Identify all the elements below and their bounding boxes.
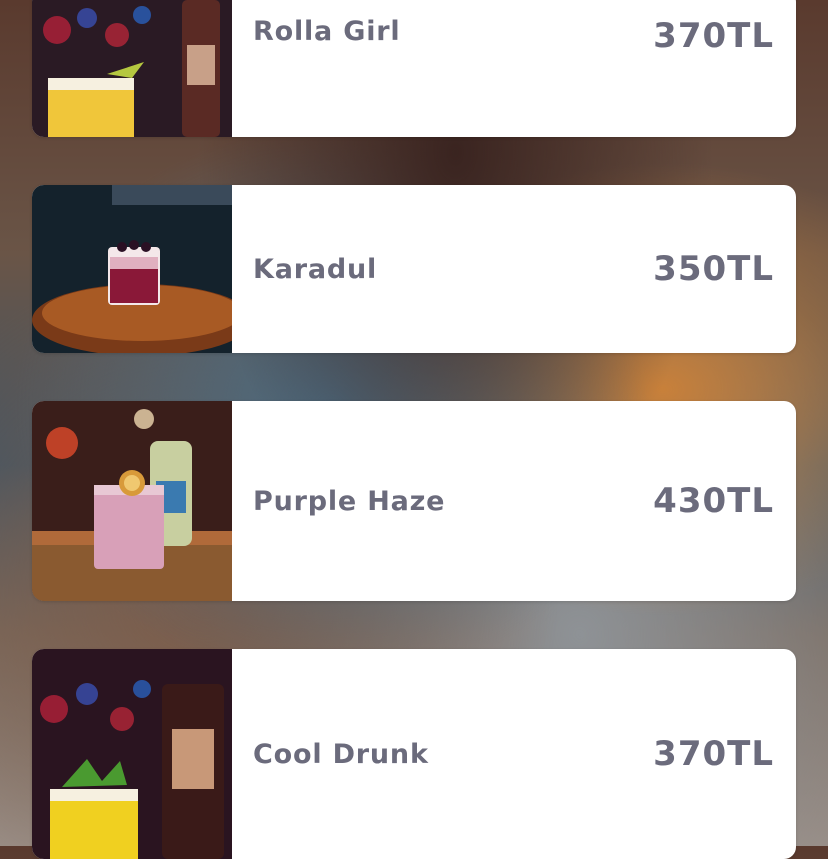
drink-price: 350TL <box>653 249 774 289</box>
drink-photo-image <box>32 185 232 353</box>
drink-price: 370TL <box>653 734 774 774</box>
drink-price: 430TL <box>653 481 774 521</box>
drink-photo <box>32 185 232 353</box>
drink-price: 370TL <box>653 16 774 56</box>
drink-name: Karadul <box>253 253 378 285</box>
drink-photo <box>32 0 232 137</box>
drink-name: Purple Haze <box>253 485 446 517</box>
menu-item-card[interactable]: Rolla Girl 370TL <box>32 0 796 137</box>
drink-photo-image <box>32 0 232 137</box>
drink-name: Cool Drunk <box>253 738 429 770</box>
menu-item-card[interactable]: Cool Drunk 370TL <box>32 649 796 859</box>
menu-item-card[interactable]: Purple Haze 430TL <box>32 401 796 601</box>
drink-photo <box>32 401 232 601</box>
menu-item-card[interactable]: Karadul 350TL <box>32 185 796 353</box>
drink-photo <box>32 649 232 859</box>
drink-photo-image <box>32 401 232 601</box>
drink-photo-image <box>32 649 232 859</box>
drink-name: Rolla Girl <box>253 16 401 47</box>
